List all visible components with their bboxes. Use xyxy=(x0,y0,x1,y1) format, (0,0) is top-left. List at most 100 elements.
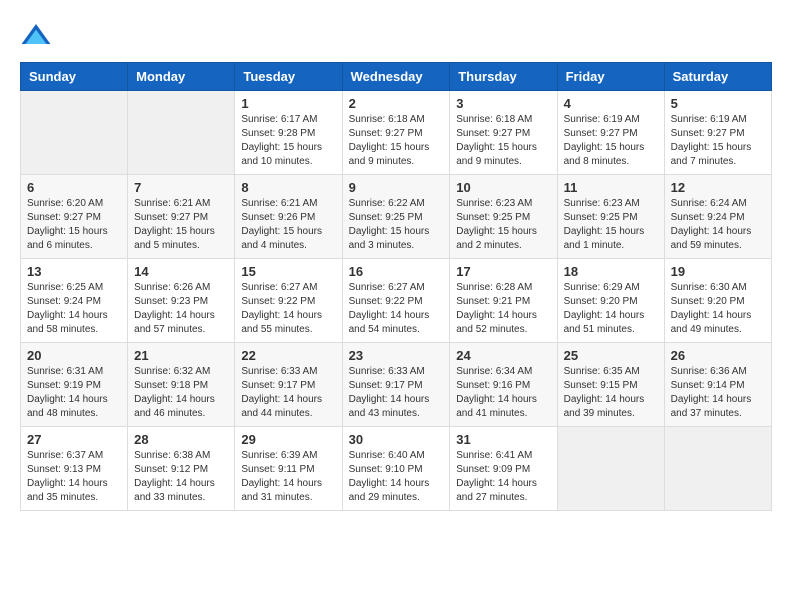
day-info: Sunrise: 6:21 AM Sunset: 9:26 PM Dayligh… xyxy=(241,197,335,253)
calendar-cell: 4Sunrise: 6:19 AM Sunset: 9:27 PM Daylig… xyxy=(557,91,664,175)
calendar-header-thursday: Thursday xyxy=(450,63,557,91)
calendar-cell: 6 Sunrise: 6:20 AM Sunset: 9:27 PM Daylig… xyxy=(21,175,128,259)
day-number: 6 xyxy=(27,180,121,195)
day-number: 27 xyxy=(27,432,121,447)
calendar-cell: 21 Sunrise: 6:32 AM Sunset: 9:18 PM Dayli… xyxy=(128,343,235,427)
day-number: 7 xyxy=(134,180,228,195)
day-info: Sunrise: 6:37 AM Sunset: 9:13 PM Dayligh… xyxy=(27,449,121,505)
day-number: 3 xyxy=(456,96,550,111)
calendar-cell: 12 Sunrise: 6:24 AM Sunset: 9:24 PM Dayli… xyxy=(664,175,771,259)
calendar-cell: 1 Sunrise: 6:17 AM Sunset: 9:28 PM Daylig… xyxy=(235,91,342,175)
calendar-cell: 2 Sunrise: 6:18 AM Sunset: 9:27 PM Daylig… xyxy=(342,91,450,175)
day-number: 23 xyxy=(349,348,444,363)
calendar-cell: 5 Sunrise: 6:19 AM Sunset: 9:27 PM Daylig… xyxy=(664,91,771,175)
day-info: Sunrise: 6:33 AM Sunset: 9:17 PM Dayligh… xyxy=(349,365,444,421)
logo xyxy=(20,20,56,52)
day-info: Sunrise: 6:39 AM Sunset: 9:11 PM Dayligh… xyxy=(241,449,335,505)
calendar-cell: 8Sunrise: 6:21 AM Sunset: 9:26 PM Daylig… xyxy=(235,175,342,259)
day-info: Sunrise: 6:18 AM Sunset: 9:27 PM Dayligh… xyxy=(349,113,444,169)
day-number: 21 xyxy=(134,348,228,363)
day-info: Sunrise: 6:18 AM Sunset: 9:27 PM Dayligh… xyxy=(456,113,550,169)
calendar-cell: 14Sunrise: 6:26 AM Sunset: 9:23 PM Dayli… xyxy=(128,259,235,343)
day-info: Sunrise: 6:35 AM Sunset: 9:15 PM Dayligh… xyxy=(564,365,658,421)
calendar-cell xyxy=(664,427,771,511)
calendar-header-wednesday: Wednesday xyxy=(342,63,450,91)
calendar-header-row: SundayMondayTuesdayWednesdayThursdayFrid… xyxy=(21,63,772,91)
day-number: 15 xyxy=(241,264,335,279)
day-info: Sunrise: 6:17 AM Sunset: 9:28 PM Dayligh… xyxy=(241,113,335,169)
day-info: Sunrise: 6:31 AM Sunset: 9:19 PM Dayligh… xyxy=(27,365,121,421)
calendar-cell: 16 Sunrise: 6:27 AM Sunset: 9:22 PM Dayli… xyxy=(342,259,450,343)
calendar-cell: 18 Sunrise: 6:29 AM Sunset: 9:20 PM Dayli… xyxy=(557,259,664,343)
calendar-cell: 15 Sunrise: 6:27 AM Sunset: 9:22 PM Dayli… xyxy=(235,259,342,343)
calendar-cell xyxy=(21,91,128,175)
day-number: 11 xyxy=(564,180,658,195)
page-header xyxy=(20,20,772,52)
calendar-cell: 22 Sunrise: 6:33 AM Sunset: 9:17 PM Dayli… xyxy=(235,343,342,427)
day-number: 30 xyxy=(349,432,444,447)
calendar-cell: 31 Sunrise: 6:41 AM Sunset: 9:09 PM Dayli… xyxy=(450,427,557,511)
calendar-week-1: 1 Sunrise: 6:17 AM Sunset: 9:28 PM Daylig… xyxy=(21,91,772,175)
day-number: 24 xyxy=(456,348,550,363)
day-info: Sunrise: 6:23 AM Sunset: 9:25 PM Dayligh… xyxy=(456,197,550,253)
day-info: Sunrise: 6:27 AM Sunset: 9:22 PM Dayligh… xyxy=(241,281,335,337)
day-number: 29 xyxy=(241,432,335,447)
day-number: 14 xyxy=(134,264,228,279)
calendar-week-3: 13 Sunrise: 6:25 AM Sunset: 9:24 PM Dayli… xyxy=(21,259,772,343)
day-number: 9 xyxy=(349,180,444,195)
calendar-cell: 29 Sunrise: 6:39 AM Sunset: 9:11 PM Dayli… xyxy=(235,427,342,511)
calendar-header-friday: Friday xyxy=(557,63,664,91)
calendar-week-2: 6 Sunrise: 6:20 AM Sunset: 9:27 PM Daylig… xyxy=(21,175,772,259)
calendar-table: SundayMondayTuesdayWednesdayThursdayFrid… xyxy=(20,62,772,511)
day-info: Sunrise: 6:24 AM Sunset: 9:24 PM Dayligh… xyxy=(671,197,765,253)
calendar-header-sunday: Sunday xyxy=(21,63,128,91)
day-number: 28 xyxy=(134,432,228,447)
day-number: 19 xyxy=(671,264,765,279)
calendar-cell: 30 Sunrise: 6:40 AM Sunset: 9:10 PM Dayli… xyxy=(342,427,450,511)
day-info: Sunrise: 6:19 AM Sunset: 9:27 PM Dayligh… xyxy=(564,113,658,169)
day-number: 12 xyxy=(671,180,765,195)
day-number: 22 xyxy=(241,348,335,363)
calendar-cell: 27 Sunrise: 6:37 AM Sunset: 9:13 PM Dayli… xyxy=(21,427,128,511)
day-info: Sunrise: 6:25 AM Sunset: 9:24 PM Dayligh… xyxy=(27,281,121,337)
day-info: Sunrise: 6:40 AM Sunset: 9:10 PM Dayligh… xyxy=(349,449,444,505)
day-info: Sunrise: 6:30 AM Sunset: 9:20 PM Dayligh… xyxy=(671,281,765,337)
day-info: Sunrise: 6:22 AM Sunset: 9:25 PM Dayligh… xyxy=(349,197,444,253)
day-number: 18 xyxy=(564,264,658,279)
calendar-cell: 10Sunrise: 6:23 AM Sunset: 9:25 PM Dayli… xyxy=(450,175,557,259)
day-info: Sunrise: 6:34 AM Sunset: 9:16 PM Dayligh… xyxy=(456,365,550,421)
calendar-cell xyxy=(557,427,664,511)
day-info: Sunrise: 6:23 AM Sunset: 9:25 PM Dayligh… xyxy=(564,197,658,253)
day-number: 31 xyxy=(456,432,550,447)
day-info: Sunrise: 6:28 AM Sunset: 9:21 PM Dayligh… xyxy=(456,281,550,337)
day-info: Sunrise: 6:21 AM Sunset: 9:27 PM Dayligh… xyxy=(134,197,228,253)
logo-icon xyxy=(20,20,52,52)
calendar-header-tuesday: Tuesday xyxy=(235,63,342,91)
day-info: Sunrise: 6:29 AM Sunset: 9:20 PM Dayligh… xyxy=(564,281,658,337)
calendar-cell: 23 Sunrise: 6:33 AM Sunset: 9:17 PM Dayli… xyxy=(342,343,450,427)
day-info: Sunrise: 6:32 AM Sunset: 9:18 PM Dayligh… xyxy=(134,365,228,421)
calendar-cell: 26Sunrise: 6:36 AM Sunset: 9:14 PM Dayli… xyxy=(664,343,771,427)
day-number: 16 xyxy=(349,264,444,279)
day-info: Sunrise: 6:19 AM Sunset: 9:27 PM Dayligh… xyxy=(671,113,765,169)
calendar-cell: 9 Sunrise: 6:22 AM Sunset: 9:25 PM Daylig… xyxy=(342,175,450,259)
day-info: Sunrise: 6:20 AM Sunset: 9:27 PM Dayligh… xyxy=(27,197,121,253)
calendar-cell xyxy=(128,91,235,175)
day-number: 25 xyxy=(564,348,658,363)
calendar-cell: 11 Sunrise: 6:23 AM Sunset: 9:25 PM Dayli… xyxy=(557,175,664,259)
calendar-week-4: 20 Sunrise: 6:31 AM Sunset: 9:19 PM Dayli… xyxy=(21,343,772,427)
day-number: 5 xyxy=(671,96,765,111)
calendar-cell: 13 Sunrise: 6:25 AM Sunset: 9:24 PM Dayli… xyxy=(21,259,128,343)
day-info: Sunrise: 6:33 AM Sunset: 9:17 PM Dayligh… xyxy=(241,365,335,421)
calendar-cell: 20 Sunrise: 6:31 AM Sunset: 9:19 PM Dayli… xyxy=(21,343,128,427)
day-number: 17 xyxy=(456,264,550,279)
day-number: 20 xyxy=(27,348,121,363)
day-number: 1 xyxy=(241,96,335,111)
day-number: 13 xyxy=(27,264,121,279)
calendar-cell: 19 Sunrise: 6:30 AM Sunset: 9:20 PM Dayli… xyxy=(664,259,771,343)
day-info: Sunrise: 6:27 AM Sunset: 9:22 PM Dayligh… xyxy=(349,281,444,337)
day-info: Sunrise: 6:41 AM Sunset: 9:09 PM Dayligh… xyxy=(456,449,550,505)
calendar-header-monday: Monday xyxy=(128,63,235,91)
calendar-cell: 24 Sunrise: 6:34 AM Sunset: 9:16 PM Dayli… xyxy=(450,343,557,427)
day-number: 2 xyxy=(349,96,444,111)
